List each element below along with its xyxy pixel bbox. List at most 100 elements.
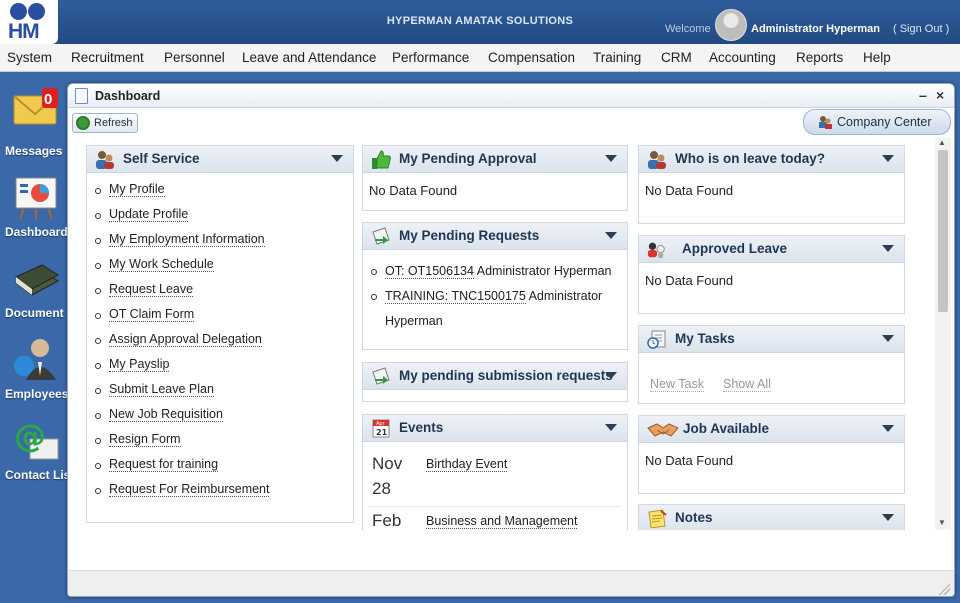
event-name: Birthday Event <box>426 457 508 472</box>
request-reimbursement-link[interactable]: Request For Reimbursement <box>109 482 270 497</box>
collapse-arrow-icon[interactable] <box>605 372 617 379</box>
new-task-link[interactable]: New Task <box>650 377 704 392</box>
menu-system[interactable]: System <box>7 50 52 65</box>
new-job-requisition-link[interactable]: New Job Requisition <box>109 407 223 422</box>
event-link[interactable]: Birthday Event <box>426 457 508 472</box>
scroll-down-icon[interactable]: ▼ <box>938 518 946 527</box>
logo-text: HM <box>8 20 40 43</box>
collapse-arrow-icon[interactable] <box>882 425 894 432</box>
ot-claim-form-link[interactable]: OT Claim Form <box>109 307 195 322</box>
approval-delegation-link[interactable]: Assign Approval Delegation <box>109 332 262 347</box>
main-menu: System Recruitment Personnel Leave and A… <box>0 44 960 72</box>
dashboard-content: Self Service My Profile Update Profile M… <box>68 138 934 530</box>
collapse-arrow-icon[interactable] <box>331 155 343 162</box>
menu-accounting[interactable]: Accounting <box>709 50 776 65</box>
collapse-arrow-icon[interactable] <box>605 155 617 162</box>
calendar-month: Apr <box>376 421 386 427</box>
resize-grip-icon[interactable] <box>938 583 950 595</box>
show-all-link[interactable]: Show All <box>723 377 771 392</box>
list-item: My Employment Information <box>93 232 269 257</box>
user-name: Administrator Hyperman <box>751 23 880 35</box>
list-item: Update Profile <box>93 207 269 232</box>
desktop-contact-list[interactable]: @ Contact List <box>0 417 67 487</box>
pending-submission-title: My pending submission requests <box>399 368 613 383</box>
event-month: Nov <box>372 454 403 473</box>
sign-out-link[interactable]: ( Sign Out ) <box>893 23 949 35</box>
empty-message: No Data Found <box>645 273 734 288</box>
my-payslip-link[interactable]: My Payslip <box>109 357 170 372</box>
collapse-arrow-icon[interactable] <box>605 424 617 431</box>
people-icon <box>648 151 666 169</box>
menu-reports[interactable]: Reports <box>796 50 843 65</box>
menu-recruitment[interactable]: Recruitment <box>71 50 144 65</box>
resign-form-link[interactable]: Resign Form <box>109 432 181 447</box>
scroll-up-icon[interactable]: ▲ <box>938 138 946 147</box>
employment-info-link[interactable]: My Employment Information <box>109 232 265 247</box>
notes-title: Notes <box>675 510 713 525</box>
welcome-label: Welcome <box>665 23 711 35</box>
list-item: My Profile <box>93 182 269 207</box>
request-link[interactable]: TRAINING: TNC1500175 <box>385 289 526 304</box>
scroll-thumb[interactable] <box>938 150 948 312</box>
refresh-button[interactable]: Refresh <box>72 113 138 133</box>
my-tasks-title: My Tasks <box>675 331 735 346</box>
desktop-document-library[interactable]: Document Library <box>0 255 67 325</box>
job-available-title: Job Available <box>683 421 770 436</box>
list-item: Request For Reimbursement <box>93 482 270 507</box>
collapse-arrow-icon[interactable] <box>605 232 617 239</box>
my-profile-link[interactable]: My Profile <box>109 182 165 197</box>
collapse-arrow-icon[interactable] <box>882 155 894 162</box>
window-title-bar[interactable]: Dashboard – × <box>68 84 954 108</box>
list-item: My Payslip <box>93 357 269 382</box>
menu-training[interactable]: Training <box>593 50 641 65</box>
list-item: Request Leave <box>93 282 269 307</box>
list-item: Assign Approval Delegation <box>93 332 269 357</box>
company-name: HYPERMAN AMATAK SOLUTIONS <box>386 15 574 27</box>
submit-leave-plan-link[interactable]: Submit Leave Plan <box>109 382 214 397</box>
request-leave-link[interactable]: Request Leave <box>109 282 194 297</box>
collapse-arrow-icon[interactable] <box>882 335 894 342</box>
close-button[interactable]: × <box>936 88 944 102</box>
work-schedule-link[interactable]: My Work Schedule <box>109 257 214 272</box>
my-tasks-header: My Tasks <box>639 326 904 353</box>
event-link[interactable]: Business and Management <box>426 514 578 529</box>
events-header: Apr 21 Events <box>363 415 627 442</box>
desktop-messages[interactable]: 0 Messages <box>0 86 66 161</box>
self-service-header: Self Service <box>87 146 353 173</box>
pending-requests-header: My Pending Requests <box>363 223 627 250</box>
approved-leave-header: Approved Leave <box>639 236 904 263</box>
desktop-employees[interactable]: Employees <box>0 336 67 406</box>
calendar-day: 21 <box>376 428 388 437</box>
messages-badge: 0 <box>44 91 53 108</box>
list-item: Request for training <box>93 457 269 482</box>
app-logo[interactable]: HM <box>0 0 58 44</box>
collapse-arrow-icon[interactable] <box>882 514 894 521</box>
menu-help[interactable]: Help <box>863 50 891 65</box>
request-link[interactable]: OT: OT1506134 <box>385 264 474 279</box>
company-center-button[interactable]: Company Center <box>803 109 951 135</box>
user-avatar[interactable] <box>715 9 747 41</box>
empty-message: No Data Found <box>645 453 734 468</box>
menu-crm[interactable]: CRM <box>661 50 692 65</box>
approved-people-icon <box>647 242 665 259</box>
collapse-arrow-icon[interactable] <box>882 245 894 252</box>
logo-dot <box>10 3 27 20</box>
desktop-dashboard[interactable]: Dashboard <box>0 172 67 242</box>
vertical-scrollbar[interactable]: ▲ ▼ <box>935 138 951 530</box>
event-month: Feb <box>372 511 402 530</box>
request-training-link[interactable]: Request for training <box>109 457 219 472</box>
minimize-button[interactable]: – <box>919 88 927 102</box>
menu-compensation[interactable]: Compensation <box>488 50 575 65</box>
event-row: Nov 28 Birthday Event <box>363 451 627 511</box>
notes-portlet: Notes <box>638 504 905 530</box>
menu-leave-attendance[interactable]: Leave and Attendance <box>242 50 376 65</box>
empty-message: No Data Found <box>645 183 734 198</box>
menu-performance[interactable]: Performance <box>392 50 469 65</box>
update-profile-link[interactable]: Update Profile <box>109 207 189 222</box>
desktop-employees-label: Employees <box>5 387 67 401</box>
refresh-label: Refresh <box>94 117 133 129</box>
on-leave-today-header: Who is on leave today? <box>639 146 904 173</box>
menu-personnel[interactable]: Personnel <box>164 50 225 65</box>
approved-leave-title: Approved Leave <box>682 241 788 256</box>
company-center-label: Company Center <box>837 115 932 129</box>
